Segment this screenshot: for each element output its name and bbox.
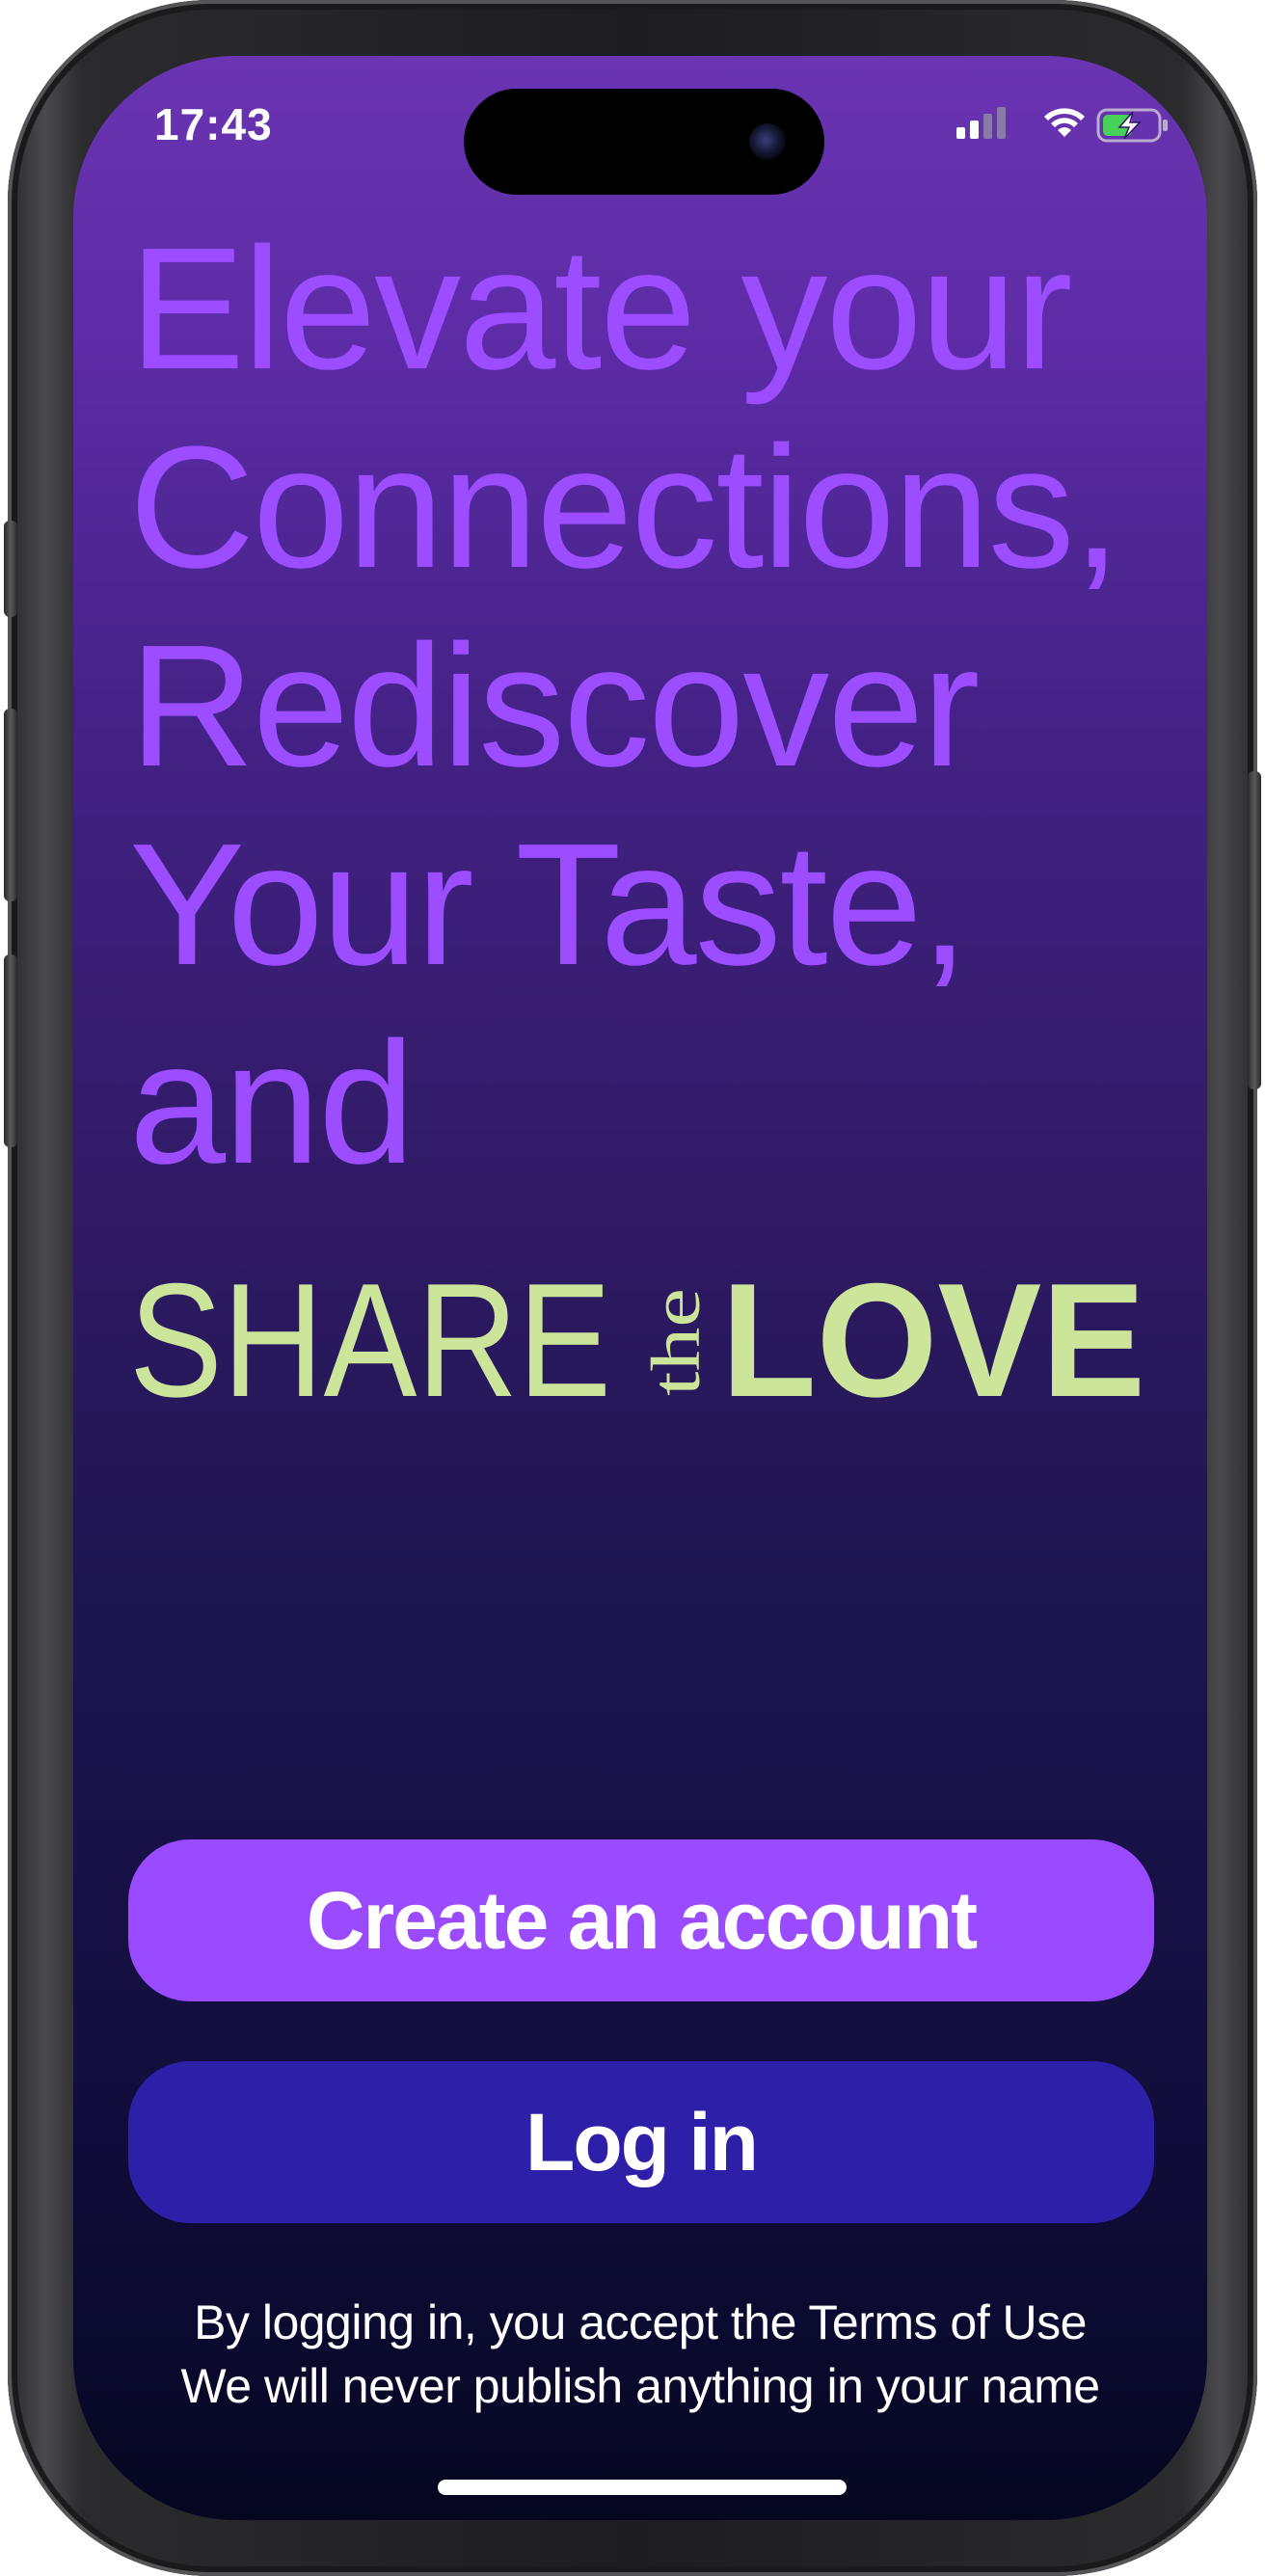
home-indicator[interactable] xyxy=(438,2480,847,2495)
phone-frame: 17:43 Elevate your Connections, Rediscov… xyxy=(4,0,1261,2576)
headline-line: Rediscover xyxy=(129,609,980,803)
welcome-screen: 17:43 Elevate your Connections, Rediscov… xyxy=(73,56,1207,2520)
headline-line: Your Taste, xyxy=(129,808,969,1002)
headline-line: Elevate your xyxy=(129,212,1073,406)
terms-notice: By logging in, you accept the Terms of U… xyxy=(194,2295,1087,2349)
brand-logo-graphic: SHARE the LOVE xyxy=(129,1249,1145,1415)
log-in-button[interactable]: Log in xyxy=(128,2061,1154,2223)
legal-notice: By logging in, you accept the Terms of U… xyxy=(73,2291,1207,2418)
status-bar: 17:43 xyxy=(73,56,1207,201)
volume-down-button xyxy=(4,954,17,1147)
wifi-icon xyxy=(1044,108,1085,137)
headline-line: Connections, xyxy=(129,411,1121,604)
headline-line: and xyxy=(129,1006,415,1200)
logo-word-love: LOVE xyxy=(721,1249,1145,1415)
hero-headline: Elevate your Connections, Rediscover You… xyxy=(129,210,1190,1203)
privacy-notice: We will never publish anything in your n… xyxy=(180,2359,1100,2413)
front-camera xyxy=(749,123,786,160)
battery-charging-icon xyxy=(1096,108,1168,143)
dynamic-island xyxy=(464,89,824,195)
action-button xyxy=(4,521,17,617)
create-account-button[interactable]: Create an account xyxy=(128,1839,1154,2001)
logo-word-share: SHARE xyxy=(129,1249,611,1415)
volume-up-button xyxy=(4,709,17,901)
status-time: 17:43 xyxy=(154,99,273,149)
status-icons xyxy=(956,104,1169,143)
power-button xyxy=(1248,771,1261,1089)
logo-word-the: the xyxy=(637,1288,714,1396)
share-the-love-logo: SHARE the LOVE xyxy=(127,1242,1198,1415)
